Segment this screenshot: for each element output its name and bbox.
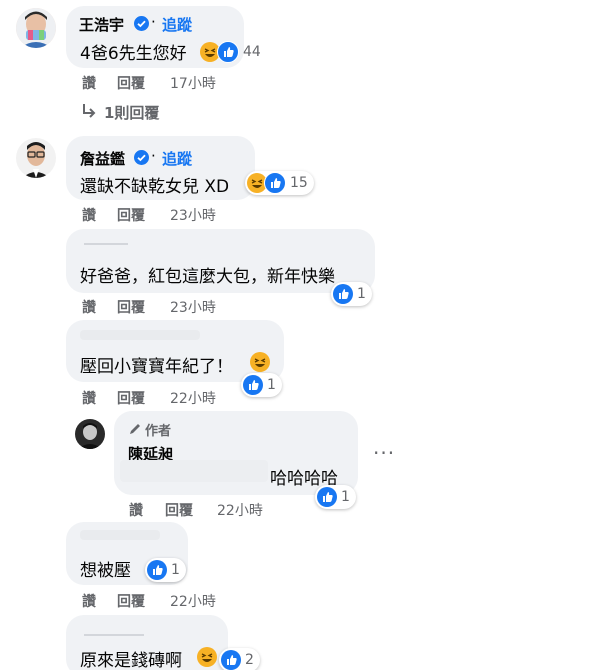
avatar[interactable]	[16, 138, 56, 178]
author-badge: 作者	[145, 424, 172, 439]
reaction-count: 1	[171, 562, 180, 578]
reaction-count: 44	[243, 44, 261, 60]
reaction-count: 1	[357, 286, 366, 302]
verified-badge-icon	[134, 16, 149, 31]
verified-badge-icon	[134, 150, 149, 165]
like-button[interactable]: 讚	[82, 591, 96, 611]
comment-timestamp[interactable]: 17小時	[170, 73, 216, 93]
comment-actions: 讚 回覆 17小時	[82, 73, 282, 93]
reaction-summary[interactable]: 2	[219, 648, 260, 670]
comment-timestamp[interactable]: 23小時	[170, 297, 216, 317]
reaction-summary[interactable]: 1	[145, 558, 186, 582]
comment-text: 想被壓	[80, 561, 131, 581]
redacted-author	[80, 330, 200, 340]
reply-actions: 讚 回覆 22小時	[129, 500, 329, 520]
reaction-summary[interactable]: 15	[245, 171, 314, 195]
avatar[interactable]	[75, 419, 105, 449]
like-reaction-icon	[264, 172, 286, 194]
reply-button[interactable]: 回覆	[117, 591, 145, 611]
comment-text: 壓回小寶寶年紀了！	[80, 357, 233, 377]
comment-timestamp[interactable]: 22小時	[170, 591, 216, 611]
comment-timestamp[interactable]: 22小時	[170, 388, 216, 408]
more-options-icon[interactable]: ···	[373, 441, 395, 465]
avatar[interactable]	[16, 8, 56, 48]
haha-reaction-icon	[197, 647, 217, 667]
follow-button[interactable]: 追蹤	[162, 14, 192, 35]
comment-actions: 讚 回覆 23小時	[82, 205, 282, 225]
separator-dot: ·	[151, 147, 156, 165]
reply-button[interactable]: 回覆	[117, 73, 145, 93]
comment-author-name[interactable]: 詹益鑑	[80, 148, 125, 169]
like-reaction-icon	[147, 560, 167, 580]
haha-reaction-icon	[250, 352, 270, 372]
like-button[interactable]: 讚	[129, 500, 143, 520]
like-reaction-icon	[333, 284, 353, 304]
comment-actions: 讚 回覆 22小時	[82, 591, 282, 611]
reply-button[interactable]: 回覆	[117, 205, 145, 225]
comment-actions: 讚 回覆 22小時	[82, 388, 282, 408]
like-reaction-icon	[221, 650, 241, 670]
like-button[interactable]: 讚	[82, 73, 96, 93]
comment-actions: 讚 回覆 23小時	[82, 297, 282, 317]
reaction-count: 2	[245, 652, 254, 668]
redacted-author	[84, 634, 144, 636]
reply-button[interactable]: 回覆	[117, 388, 145, 408]
reply-arrow-icon	[80, 101, 98, 125]
view-replies-label: 1則回覆	[104, 104, 160, 122]
like-button[interactable]: 讚	[82, 297, 96, 317]
comment-timestamp[interactable]: 23小時	[170, 205, 216, 225]
like-reaction-icon	[217, 41, 239, 63]
redacted-author	[84, 243, 128, 245]
comment-text: 原來是錢磚啊	[80, 651, 182, 670]
like-button[interactable]: 讚	[82, 205, 96, 225]
reaction-summary[interactable]: 1	[331, 282, 372, 306]
reaction-summary[interactable]: 44	[198, 40, 267, 64]
follow-button[interactable]: 追蹤	[162, 148, 192, 169]
reaction-count: 15	[290, 175, 308, 191]
separator-dot: ·	[151, 13, 156, 31]
reply-button[interactable]: 回覆	[165, 500, 193, 520]
reply-button[interactable]: 回覆	[117, 297, 145, 317]
comment-author-name[interactable]: 王浩宇	[79, 14, 124, 35]
reaction-count: 1	[341, 489, 350, 505]
comment-text: 4爸6先生您好	[80, 44, 187, 64]
redacted-author	[80, 530, 160, 540]
redacted-mention	[120, 460, 268, 482]
author-pen-icon	[128, 421, 142, 440]
reply-timestamp[interactable]: 22小時	[217, 500, 263, 520]
like-button[interactable]: 讚	[82, 388, 96, 408]
comment-text: 好爸爸，紅包這麼大包，新年快樂	[80, 267, 335, 287]
comment-text: 還缺不缺乾女兒 XD	[80, 177, 230, 197]
